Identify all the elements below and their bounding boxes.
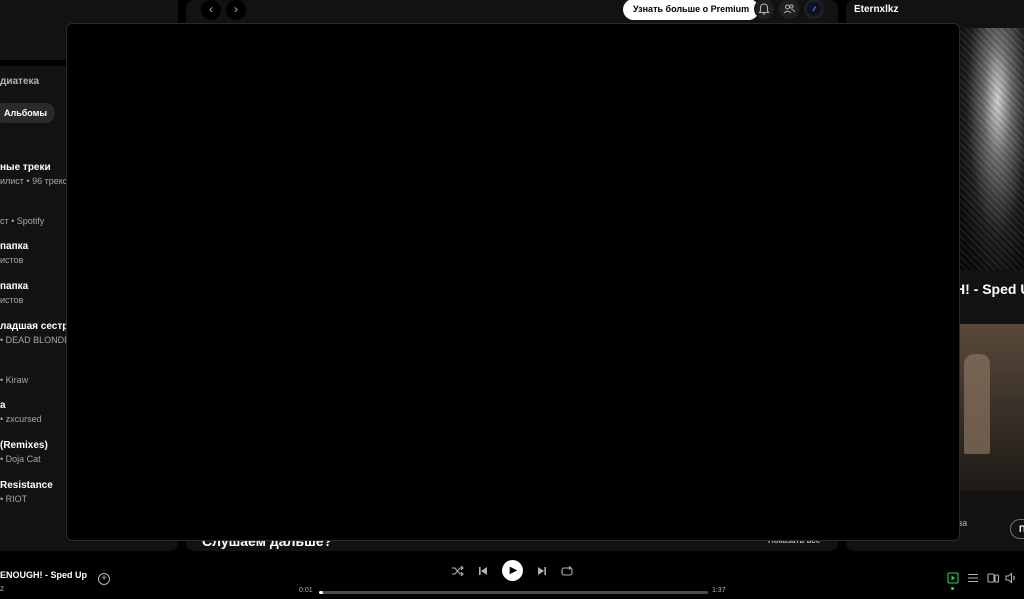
library-item-title: ные треки — [0, 162, 51, 173]
plus-icon: + — [101, 573, 107, 584]
friends-activity-button[interactable] — [779, 0, 799, 19]
chevron-right-icon: › — [234, 2, 238, 16]
library-item-title: Resistance — [0, 480, 53, 491]
panel-title[interactable]: Eternxlkz — [854, 4, 898, 15]
play-button[interactable]: ▶ — [502, 560, 523, 581]
album-cover — [958, 28, 1024, 270]
progress-fill — [319, 591, 323, 594]
volume-icon — [1005, 572, 1015, 584]
chevron-left-icon: ‹ — [209, 2, 213, 16]
overlay-dialog[interactable] — [66, 23, 960, 541]
notifications-button[interactable] — [754, 0, 774, 19]
repeat-icon — [561, 566, 573, 576]
next-button[interactable] — [534, 563, 550, 579]
add-to-library-button[interactable]: + — [98, 573, 110, 585]
shuffle-button[interactable] — [450, 563, 466, 579]
library-item-subtitle: ст • Spotify — [0, 216, 45, 226]
queue-icon — [968, 573, 978, 583]
progress-bar[interactable] — [319, 591, 708, 594]
devices-icon — [987, 573, 1000, 583]
library-item-subtitle: • Kiraw — [0, 375, 29, 385]
artist-figure — [964, 354, 990, 454]
library-item-subtitle: истов — [0, 295, 24, 305]
library-item-subtitle: • Doja Cat — [0, 454, 41, 464]
bell-icon — [758, 3, 770, 15]
profile-button[interactable] — [804, 0, 824, 19]
volume-button[interactable] — [1004, 571, 1018, 585]
skip-back-icon — [479, 567, 487, 575]
library-item-title: ладшая сестра — [0, 321, 74, 332]
forward-button[interactable]: › — [226, 0, 246, 20]
library-item-subtitle: истов — [0, 255, 24, 265]
library-item-title: а — [0, 400, 6, 411]
library-item-subtitle: • zxcursed — [0, 414, 42, 424]
skip-forward-icon — [538, 567, 546, 575]
friends-icon — [783, 4, 795, 14]
library-item-subtitle: • DEAD BLONDE — [0, 335, 71, 345]
total-time: 1:37 — [712, 587, 726, 594]
panel-button[interactable]: П — [1010, 519, 1024, 539]
player-bar: ENOUGH! - Sped Up z + ▶ 0:01 1:37 — [0, 551, 1024, 599]
library-item-title: папка — [0, 281, 29, 292]
now-playing-title[interactable]: ENOUGH! - Sped Up — [0, 570, 87, 580]
premium-button[interactable]: Узнать больше о Premium — [623, 0, 760, 20]
panel-track-title[interactable]: H! - Sped U — [955, 281, 1024, 297]
library-item-subtitle: илист • 96 треков — [0, 176, 73, 186]
active-indicator — [951, 587, 954, 590]
now-playing-view-button[interactable] — [946, 571, 960, 585]
play-icon: ▶ — [509, 565, 518, 576]
filter-chip-albums[interactable]: Альбомы — [0, 103, 56, 123]
avatar-icon — [807, 2, 821, 16]
repeat-button[interactable] — [559, 563, 575, 579]
shuffle-icon — [452, 565, 464, 577]
library-item-title: (Remixes) — [0, 440, 48, 451]
elapsed-time: 0:01 — [299, 587, 313, 594]
connect-device-button[interactable] — [986, 571, 1000, 585]
artist-photo — [958, 324, 1024, 490]
library-title[interactable]: диатека — [0, 76, 39, 87]
library-item-subtitle: • RIOT — [0, 494, 28, 504]
previous-button[interactable] — [475, 563, 491, 579]
back-button[interactable]: ‹ — [201, 0, 221, 20]
now-playing-icon — [947, 572, 959, 584]
library-item-title: папка — [0, 241, 29, 252]
now-playing-artist[interactable]: z — [0, 584, 4, 593]
queue-button[interactable] — [966, 571, 980, 585]
